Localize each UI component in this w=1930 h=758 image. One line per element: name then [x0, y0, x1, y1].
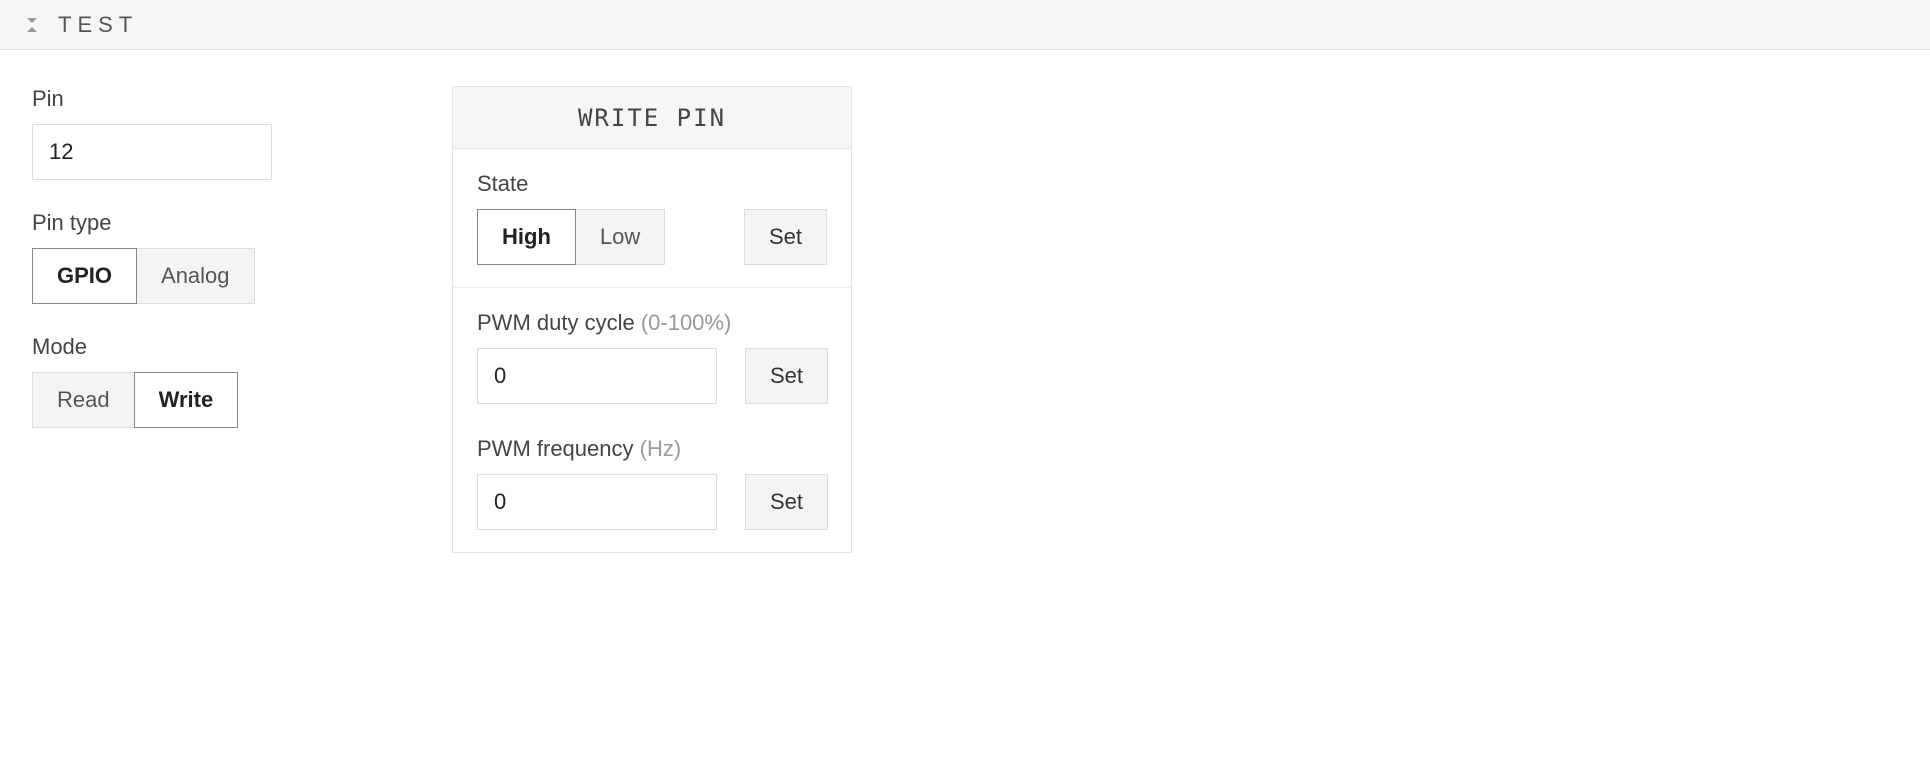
- state-label: State: [477, 171, 827, 197]
- page-title: TEST: [58, 12, 138, 38]
- pin-type-gpio-button[interactable]: GPIO: [32, 248, 137, 304]
- pin-type-analog-button[interactable]: Analog: [136, 248, 255, 304]
- mode-label: Mode: [32, 334, 352, 360]
- pwm-duty-hint: (0-100%): [641, 310, 731, 335]
- write-pin-title: WRITE PIN: [453, 87, 851, 149]
- collapse-icon[interactable]: [24, 17, 40, 33]
- pin-input[interactable]: [32, 124, 272, 180]
- write-pin-panel: WRITE PIN State High Low Set PWM duty cy…: [452, 86, 852, 553]
- pwm-duty-input[interactable]: [477, 348, 717, 404]
- mode-read-button[interactable]: Read: [32, 372, 135, 428]
- state-low-button[interactable]: Low: [575, 209, 665, 265]
- pin-type-toggle: GPIO Analog: [32, 248, 352, 304]
- pwm-freq-set-button[interactable]: Set: [745, 474, 828, 530]
- pwm-duty-set-button[interactable]: Set: [745, 348, 828, 404]
- pwm-duty-label: PWM duty cycle (0-100%): [477, 310, 827, 336]
- state-toggle: High Low: [477, 209, 665, 265]
- pwm-duty-label-text: PWM duty cycle: [477, 310, 635, 335]
- mode-write-button[interactable]: Write: [134, 372, 239, 428]
- mode-toggle: Read Write: [32, 372, 352, 428]
- pwm-freq-label-text: PWM frequency: [477, 436, 634, 461]
- state-high-button[interactable]: High: [477, 209, 576, 265]
- pwm-freq-input[interactable]: [477, 474, 717, 530]
- pwm-freq-label: PWM frequency (Hz): [477, 436, 827, 462]
- pin-label: Pin: [32, 86, 352, 112]
- state-set-button[interactable]: Set: [744, 209, 827, 265]
- pin-type-label: Pin type: [32, 210, 352, 236]
- pwm-freq-hint: (Hz): [640, 436, 682, 461]
